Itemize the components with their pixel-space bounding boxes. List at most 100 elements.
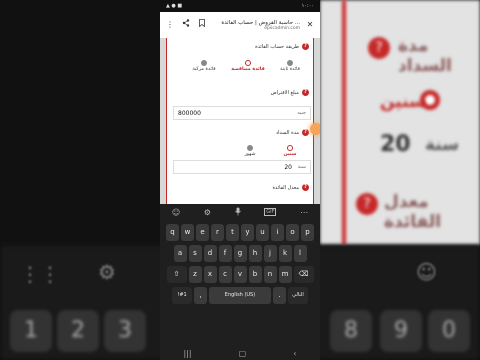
key-m[interactable]: m: [278, 266, 292, 283]
key-z[interactable]: z: [188, 266, 202, 283]
period-label: مدة السداد: [275, 130, 299, 136]
method-option-declining[interactable]: فائدة متناقصة: [231, 60, 265, 72]
backspace-key[interactable]: ⌫: [293, 266, 314, 283]
bg-key-2: 2: [57, 310, 99, 352]
radio-icon: [201, 60, 207, 66]
period-help-icon[interactable]: ?: [302, 129, 309, 136]
bg-title-rate: معدل الفائدة: [384, 192, 442, 232]
key-row-1: qwertyuiop: [160, 224, 320, 241]
space-key[interactable]: English (US): [209, 287, 271, 304]
bg-question-icon-2: ?: [356, 193, 378, 215]
page-title-block: حاسبة القروض | حساب الفائدة ... epiicadm…: [212, 20, 300, 31]
page-url: epiicadmin.com: [264, 25, 300, 31]
key-d[interactable]: d: [203, 245, 217, 262]
key-i[interactable]: i: [271, 224, 284, 241]
menu-icon[interactable]: ⋮: [164, 19, 176, 31]
gif-icon[interactable]: GIF: [264, 208, 277, 216]
close-icon[interactable]: ✕: [304, 19, 316, 31]
key-j[interactable]: j: [263, 245, 277, 262]
phone-screen: ▲ ● ■ ١٠:٠٠ ⋮ حاسبة القروض | حساب الفائد…: [160, 0, 320, 360]
amount-help-icon[interactable]: ?: [302, 89, 309, 96]
key-u[interactable]: u: [256, 224, 269, 241]
more-icon[interactable]: ⋯: [300, 208, 308, 217]
bg-left-panel: [0, 0, 160, 245]
period-option-label: شهور: [244, 152, 256, 157]
status-icons: ▲ ● ■: [166, 3, 183, 9]
enter-key[interactable]: التالي: [288, 287, 308, 304]
bookmark-icon[interactable]: [196, 19, 208, 31]
key-k[interactable]: k: [278, 245, 292, 262]
key-c[interactable]: c: [218, 266, 232, 283]
status-time: ١٠:٠٠: [301, 3, 314, 9]
key-e[interactable]: e: [196, 224, 209, 241]
radio-selected-icon: [287, 145, 293, 151]
key-y[interactable]: y: [241, 224, 254, 241]
key-row-3: ⇧ zxcvbnm ⌫: [160, 266, 320, 283]
key-n[interactable]: n: [263, 266, 277, 283]
radio-icon: [247, 145, 253, 151]
key-h[interactable]: h: [248, 245, 262, 262]
method-option-fixed[interactable]: فائدة ثابتة: [275, 60, 305, 72]
key-row-2: asdfghjkl: [160, 245, 320, 262]
bg-key-0: 0: [428, 310, 470, 352]
mic-icon[interactable]: [234, 207, 241, 218]
bg-smiley-icon: ☺: [416, 260, 437, 284]
key-r[interactable]: r: [211, 224, 224, 241]
key-p[interactable]: p: [301, 224, 314, 241]
back-button[interactable]: ‹: [293, 349, 296, 358]
key-l[interactable]: l: [293, 245, 307, 262]
scroll-handle[interactable]: [310, 123, 320, 135]
home-button[interactable]: ▢: [239, 349, 247, 358]
comma-key[interactable]: ,: [194, 287, 207, 304]
method-help-icon[interactable]: ?: [302, 43, 309, 50]
key-q[interactable]: q: [166, 224, 179, 241]
amount-label: مبلغ الاقتراض: [270, 90, 299, 96]
amount-value: 800000: [178, 110, 201, 117]
period-option-months[interactable]: شهور: [235, 145, 265, 157]
method-label: طريقة حساب الفائدة: [255, 44, 299, 50]
period-key[interactable]: .: [273, 287, 286, 304]
keyboard-toolbar: ☺ ⚙ GIF ⋯: [160, 204, 320, 220]
page-title: حاسبة القروض | حساب الفائدة ...: [221, 19, 300, 26]
symbols-key[interactable]: !#1: [172, 287, 192, 304]
key-x[interactable]: x: [203, 266, 217, 283]
nav-bar: ||| ▢ ‹: [160, 346, 320, 360]
web-content: طريقة حساب الفائدة ? فائدة ثابتة فائدة م…: [160, 38, 320, 204]
browser-toolbar: ⋮ حاسبة القروض | حساب الفائدة ... epiica…: [160, 12, 320, 38]
shift-key[interactable]: ⇧: [166, 266, 187, 283]
calculator-form: طريقة حساب الفائدة ? فائدة ثابتة فائدة م…: [166, 38, 314, 204]
radio-icon: [287, 60, 293, 66]
method-option-compound[interactable]: فائدة مركبة: [189, 60, 219, 72]
key-row-3-letters: zxcvbnm: [188, 266, 292, 283]
method-option-label: فائدة مركبة: [192, 67, 216, 72]
bg-emoji-grid-icon: ⋮⋮: [20, 262, 60, 286]
bg-key-3: 3: [104, 310, 146, 352]
method-option-label: فائدة متناقصة: [231, 67, 265, 72]
key-a[interactable]: a: [173, 245, 187, 262]
bg-title-period: مدة السداد: [398, 36, 452, 76]
period-option-label: سنين: [283, 152, 297, 157]
recents-button[interactable]: |||: [184, 349, 192, 358]
bg-key-9: 9: [380, 310, 422, 352]
rate-help-icon[interactable]: ?: [302, 184, 309, 191]
bg-gear-icon: ⚙: [98, 260, 116, 284]
share-icon[interactable]: [180, 19, 192, 31]
key-w[interactable]: w: [181, 224, 194, 241]
key-s[interactable]: s: [188, 245, 202, 262]
key-g[interactable]: g: [233, 245, 247, 262]
bg-question-icon: ?: [368, 37, 390, 59]
period-option-years[interactable]: سنين: [275, 145, 305, 157]
gear-icon[interactable]: ⚙: [204, 208, 211, 217]
key-row-4: !#1 , English (US) . التالي: [160, 287, 320, 304]
key-o[interactable]: o: [286, 224, 299, 241]
key-b[interactable]: b: [248, 266, 262, 283]
key-f[interactable]: f: [218, 245, 232, 262]
bg-selected-option: سنين: [380, 92, 426, 112]
amount-input[interactable]: 800000 جنيه: [173, 106, 311, 120]
key-t[interactable]: t: [226, 224, 239, 241]
key-v[interactable]: v: [233, 266, 247, 283]
period-input[interactable]: 20 سنة: [173, 160, 311, 174]
bg-key-1: 1: [10, 310, 52, 352]
emoji-icon[interactable]: ☺: [172, 208, 180, 217]
radio-selected-icon: [245, 60, 251, 66]
